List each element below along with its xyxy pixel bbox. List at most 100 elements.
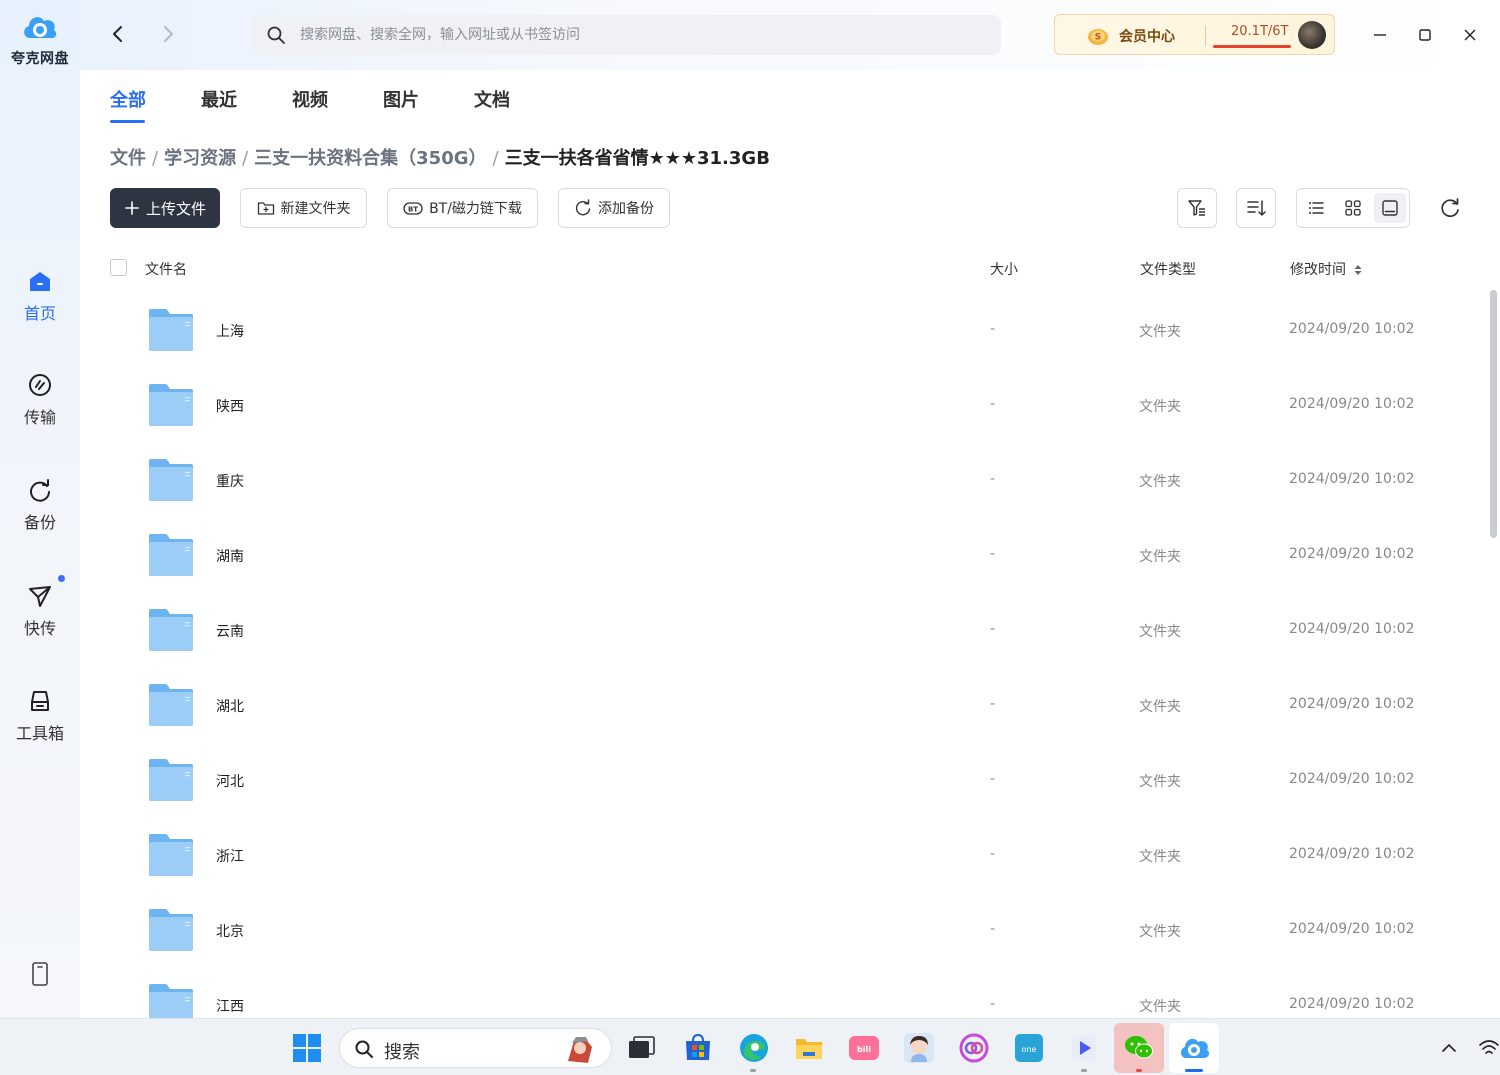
file-type: 文件夹 [1139,624,1181,640]
column-header-size[interactable]: 大小 [990,259,1018,279]
sort-icon [1247,200,1266,216]
running-indicator [750,1069,756,1072]
file-size: - [990,471,996,487]
table-row[interactable]: 北京 - 文件夹 2024/09/20 10:02 [110,893,1480,968]
backup-sync-icon [575,199,591,216]
folder-icon [149,984,193,1018]
breadcrumb-item[interactable]: 文件 [110,144,146,170]
filter-button[interactable] [1177,188,1217,228]
forward-arrow-icon[interactable] [156,22,180,46]
tab-document[interactable]: 文档 [474,86,510,112]
wifi-icon[interactable] [1478,1038,1500,1058]
sort-toggle-icon [1354,265,1362,275]
table-row[interactable]: 重庆 - 文件夹 2024/09/20 10:02 [110,443,1480,518]
table-row[interactable]: 云南 - 文件夹 2024/09/20 10:02 [110,593,1480,668]
quark-drive-icon[interactable] [1178,1032,1210,1064]
file-modified-time: 2024/09/20 10:02 [1289,921,1415,937]
avatar-app-icon[interactable] [903,1032,935,1064]
bilibili-icon[interactable]: bili [848,1032,880,1064]
table-row[interactable]: 湖南 - 文件夹 2024/09/20 10:02 [110,518,1480,593]
tab-recent[interactable]: 最近 [201,86,237,112]
refresh-icon[interactable] [1438,196,1462,220]
scrollbar-thumb[interactable] [1490,290,1497,538]
file-explorer-icon[interactable] [793,1032,825,1064]
sidebar-item-transfer[interactable]: 传输 [0,372,80,428]
taskbar-search[interactable]: 搜索 [339,1028,612,1068]
file-size: - [990,921,996,937]
table-row[interactable]: 上海 - 文件夹 2024/09/20 10:02 [110,293,1480,368]
upload-button[interactable]: 上传文件 [110,188,220,228]
tab-all[interactable]: 全部 [110,86,146,112]
column-header-name[interactable]: 文件名 [145,259,187,279]
edge-icon[interactable] [738,1032,770,1064]
sidebar-item-home[interactable]: 首页 [0,268,80,324]
divider [1205,26,1206,46]
file-name: 浙江 [216,849,244,865]
close-icon[interactable] [1455,20,1485,50]
file-modified-time: 2024/09/20 10:02 [1289,996,1415,1012]
sidebar-item-backup[interactable]: 备份 [0,477,80,533]
quark-cloud-logo-icon [24,17,57,39]
file-name: 湖北 [216,699,244,715]
app-name: 夸克网盘 [11,51,69,67]
list-view-button[interactable] [1300,193,1332,223]
file-type: 文件夹 [1139,324,1181,340]
new-folder-label: 新建文件夹 [280,201,351,217]
file-table-header: 文件名 大小 文件类型 修改时间 [110,255,1480,283]
file-size: - [990,546,996,562]
grid-view-button[interactable] [1337,193,1369,223]
sort-button[interactable] [1236,188,1276,228]
breadcrumb-separator: / [242,148,249,169]
vip-center-label: 会员中心 [1119,29,1175,45]
wechat-icon[interactable] [1123,1032,1155,1064]
vip-center-panel[interactable]: S 会员中心 20.1T/6T [1054,14,1335,55]
back-arrow-icon[interactable] [106,22,130,46]
select-all-checkbox[interactable] [110,259,127,276]
minimize-icon[interactable] [1365,20,1395,50]
bt-icon: BT [403,202,423,215]
table-row[interactable]: 浙江 - 文件夹 2024/09/20 10:02 [110,818,1480,893]
column-header-modified[interactable]: 修改时间 [1290,259,1362,279]
file-type: 文件夹 [1139,549,1181,565]
sidebar-item-quick-send[interactable]: 快传 [0,575,80,639]
column-header-type[interactable]: 文件类型 [1140,259,1196,279]
preview-view-button[interactable] [1374,193,1406,223]
breadcrumb-item[interactable]: 三支一扶资料合集（350G） [254,144,486,170]
running-indicator [1081,1069,1087,1072]
start-icon[interactable] [291,1032,323,1064]
breadcrumb-separator: / [492,148,499,169]
media-player-icon[interactable] [1068,1032,1100,1064]
file-type: 文件夹 [1139,399,1181,415]
new-folder-button[interactable]: 新建文件夹 [240,188,367,228]
app-logo[interactable]: 夸克网盘 [0,10,80,68]
bt-download-button[interactable]: BT BT/磁力链下载 [387,188,538,228]
table-row[interactable]: 河北 - 文件夹 2024/09/20 10:02 [110,743,1480,818]
user-avatar[interactable] [1298,21,1326,49]
tab-video[interactable]: 视频 [292,86,328,112]
store-icon[interactable] [682,1032,714,1064]
add-backup-button[interactable]: 添加备份 [558,188,670,228]
active-app-indicator [1185,1069,1203,1072]
file-modified-time: 2024/09/20 10:02 [1289,471,1415,487]
table-row[interactable]: 陕西 - 文件夹 2024/09/20 10:02 [110,368,1480,443]
file-type: 文件夹 [1139,774,1181,790]
phone-device-icon[interactable] [30,962,50,986]
table-row[interactable]: 江西 - 文件夹 2024/09/20 10:02 [110,968,1480,1018]
file-name: 湖南 [216,549,244,565]
notification-dot [58,575,65,582]
search-input[interactable] [300,15,980,55]
table-row[interactable]: 湖北 - 文件夹 2024/09/20 10:02 [110,668,1480,743]
maximize-icon[interactable] [1410,20,1440,50]
chevron-up-icon[interactable] [1440,1039,1458,1057]
link-app-icon[interactable] [958,1032,990,1064]
sidebar-item-toolbox[interactable]: 工具箱 [0,688,80,744]
onenote-icon[interactable]: one [1013,1032,1045,1064]
file-type: 文件夹 [1139,474,1181,490]
tab-image[interactable]: 图片 [383,86,419,112]
task-view-icon[interactable] [625,1032,657,1064]
top-bar: S 会员中心 20.1T/6T [80,0,1500,70]
breadcrumb-item[interactable]: 学习资源 [164,144,236,170]
file-type: 文件夹 [1139,999,1181,1015]
search-bar[interactable] [252,15,1001,55]
taskbar: 搜索 bili one [0,1018,1500,1075]
